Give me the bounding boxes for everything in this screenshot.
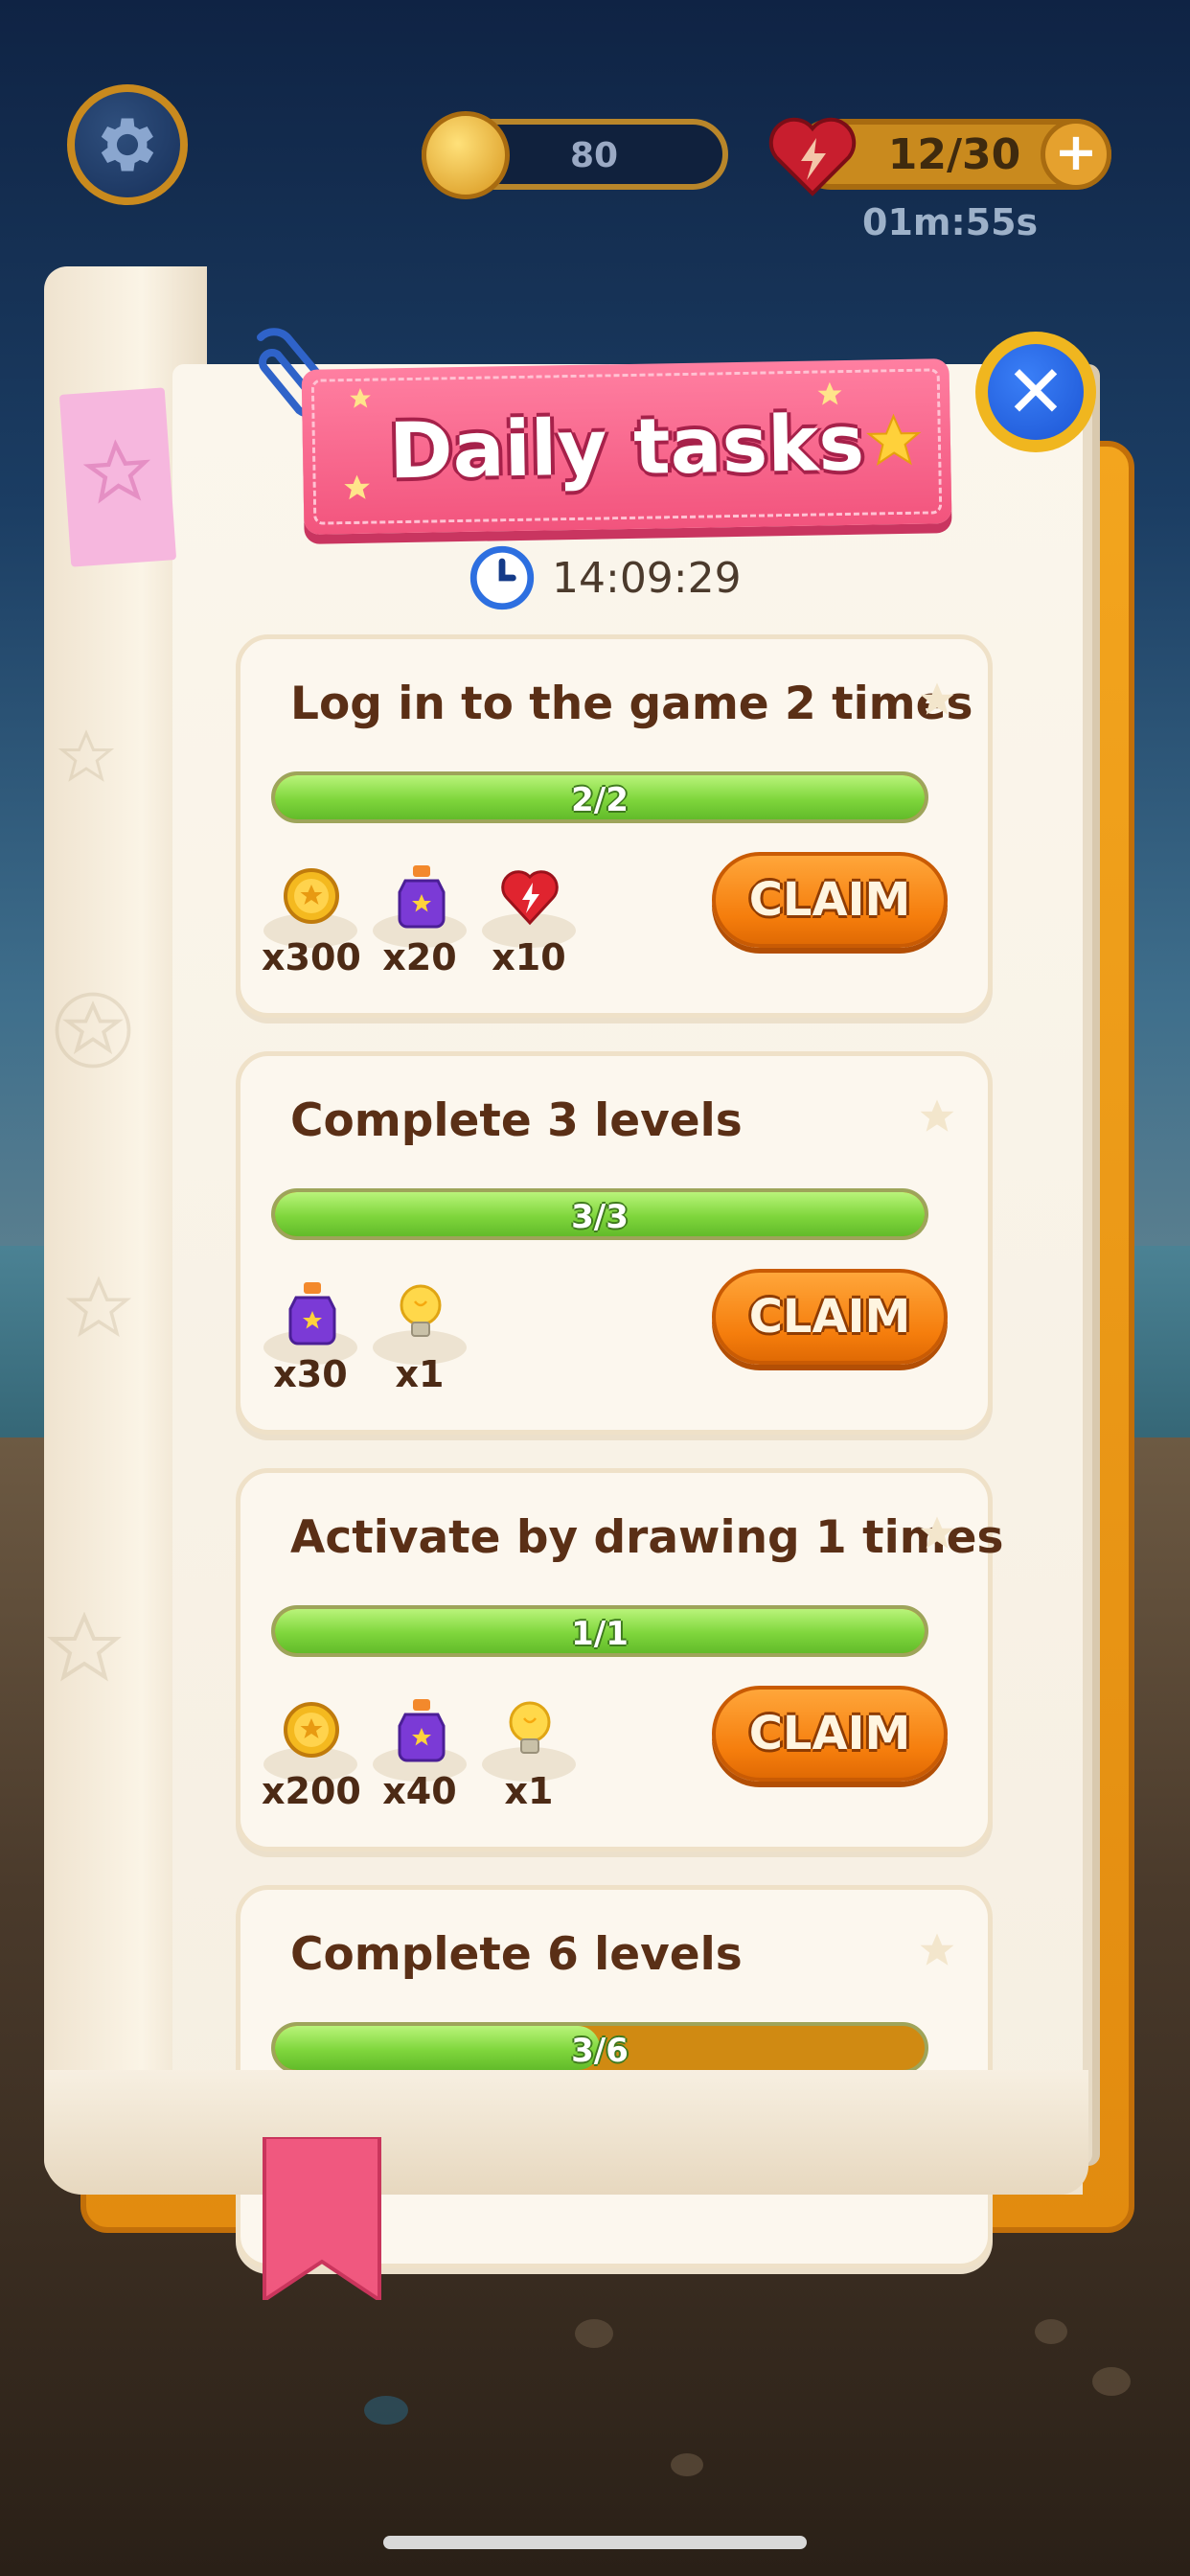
- reward-item: x20: [371, 858, 469, 982]
- task-title: Complete 6 levels: [290, 1928, 743, 1981]
- progress-text: 3/6: [571, 2032, 629, 2070]
- task-title: Log in to the game 2 times: [290, 678, 973, 730]
- gear-icon: [101, 118, 154, 172]
- task-progress-bar: 1/1: [271, 1605, 928, 1657]
- reward-count: x20: [382, 936, 457, 978]
- task-title: Complete 3 levels: [290, 1094, 743, 1147]
- clock-icon: [469, 545, 535, 610]
- decorative-star-icon: [65, 1276, 132, 1338]
- reward-count: x40: [382, 1770, 457, 1812]
- close-button[interactable]: ✕: [975, 332, 1096, 452]
- reward-count: x10: [492, 936, 566, 978]
- potion-icon: [288, 1282, 336, 1346]
- heart-bolt-icon: [501, 870, 559, 926]
- reward-count: x300: [262, 936, 361, 978]
- star-icon: [920, 1099, 954, 1132]
- claim-button[interactable]: CLAIM: [712, 852, 948, 948]
- lightbulb-icon: [509, 1701, 551, 1754]
- sticky-note: [58, 387, 177, 567]
- coin-counter: 80: [422, 111, 728, 199]
- star-icon: [866, 413, 922, 467]
- task-progress-bar: 2/2: [271, 771, 928, 823]
- reward-count: x30: [273, 1353, 348, 1395]
- progress-text: 2/2: [571, 781, 629, 819]
- reward-item: x200: [262, 1691, 361, 1816]
- reward-count: x1: [395, 1353, 445, 1395]
- task-card: Log in to the game 2 times 2/2 x300 x20 …: [236, 634, 993, 1018]
- reward-item: x10: [480, 858, 578, 982]
- reward-list: x30 x1: [262, 1275, 469, 1399]
- bookmark-ribbon: [263, 2137, 381, 2300]
- lightbulb-icon: [400, 1284, 442, 1337]
- reset-timer-text: 14:09:29: [552, 553, 742, 603]
- decorative-star-icon: [55, 992, 131, 1069]
- book-page-bottom: [44, 2070, 1088, 2195]
- task-card: Complete 3 levels 3/3 x30 x1 CLAIM: [236, 1051, 993, 1435]
- star-icon: [82, 439, 151, 504]
- reward-item: x30: [262, 1275, 359, 1399]
- home-indicator[interactable]: [383, 2536, 807, 2549]
- potion-icon: [398, 865, 446, 929]
- star-icon: [920, 682, 954, 715]
- claim-label: CLAIM: [748, 1290, 911, 1344]
- decorative-star-icon: [57, 729, 115, 782]
- coin-count: 80: [569, 136, 619, 175]
- reward-item: x300: [262, 858, 361, 982]
- progress-text: 3/3: [571, 1198, 629, 1236]
- lives-counter: 12/30 +: [768, 117, 1111, 196]
- coin-icon: [284, 1702, 339, 1758]
- star-icon: [920, 1933, 954, 1966]
- potion-icon: [398, 1699, 446, 1762]
- claim-label: CLAIM: [748, 1707, 911, 1760]
- reward-list: x200 x40 x1: [262, 1691, 578, 1816]
- add-lives-button[interactable]: +: [1041, 119, 1111, 190]
- reward-count: x200: [262, 1770, 361, 1812]
- reward-count: x1: [504, 1770, 554, 1812]
- star-icon: [920, 1516, 954, 1549]
- lives-count: 12/30: [887, 130, 1021, 179]
- progress-text: 1/1: [571, 1615, 629, 1653]
- decorative-star-icon: [47, 1611, 122, 1682]
- heart-bolt-icon: [768, 117, 857, 196]
- task-card: Activate by drawing 1 times 1/1 x200 x40…: [236, 1468, 1004, 1852]
- reset-timer: 14:09:29: [469, 544, 742, 611]
- title-ribbon: Daily tasks: [301, 358, 952, 535]
- star-icon: [344, 474, 370, 500]
- reward-item: x1: [371, 1275, 469, 1399]
- star-icon: [817, 381, 842, 405]
- life-refill-timer: 01m:55s: [862, 201, 1039, 243]
- claim-label: CLAIM: [748, 873, 911, 927]
- star-icon: [350, 388, 371, 408]
- reward-item: x40: [371, 1691, 469, 1816]
- claim-button[interactable]: CLAIM: [712, 1686, 948, 1782]
- coin-icon: [284, 868, 339, 924]
- page-title: Daily tasks: [388, 398, 865, 496]
- claim-button[interactable]: CLAIM: [712, 1269, 948, 1365]
- task-progress-bar: 3/3: [271, 1188, 928, 1240]
- task-progress-bar: 3/6: [271, 2022, 928, 2074]
- reward-item: x1: [480, 1691, 578, 1816]
- close-icon: ✕: [988, 344, 1084, 440]
- settings-button[interactable]: [67, 84, 188, 205]
- task-title: Activate by drawing 1 times: [290, 1511, 1004, 1564]
- reward-list: x300 x20 x10: [262, 858, 578, 982]
